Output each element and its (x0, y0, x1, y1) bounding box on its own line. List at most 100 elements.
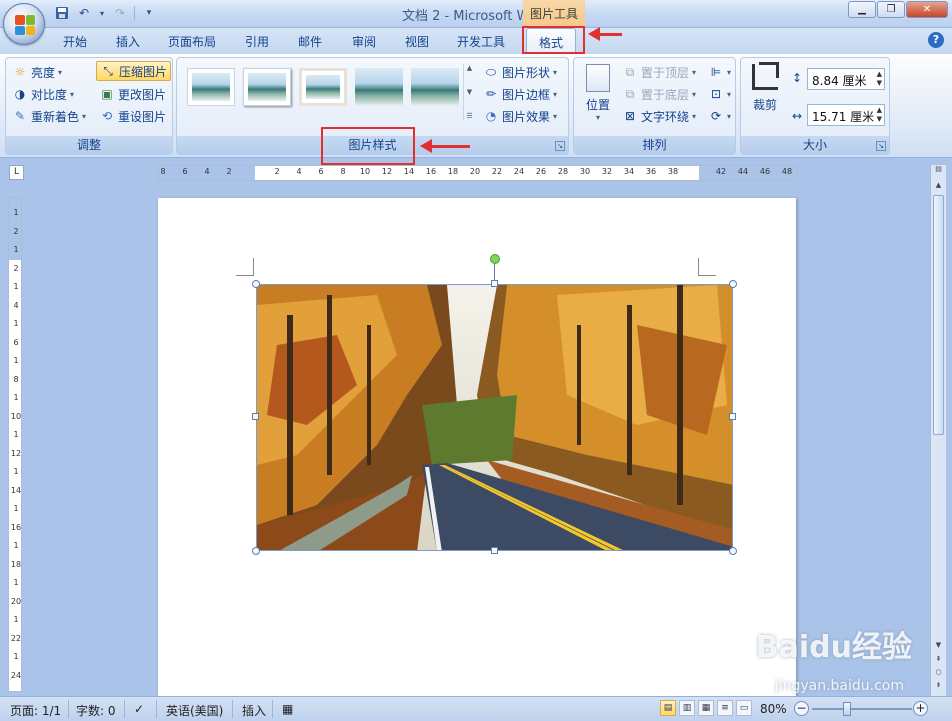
ruler-tick-label: 8 (160, 167, 166, 176)
recolor-button[interactable]: ✎ 重新着色 ▾ (12, 106, 86, 126)
resize-handle-e[interactable] (729, 413, 736, 420)
scroll-thumb[interactable] (933, 195, 944, 435)
height-spinner[interactable]: ▲ ▼ (877, 70, 882, 88)
position-button[interactable]: 位置 ▾ (580, 62, 616, 128)
vertical-scrollbar[interactable]: ▤ ▲ ▼ ⇞ ○ ⇟ (930, 165, 946, 696)
selected-picture[interactable] (252, 254, 737, 555)
resize-handle-ne[interactable] (729, 280, 737, 288)
group-objects-button[interactable]: ⊡ ▾ (708, 84, 731, 104)
scroll-up-icon[interactable]: ▲ (933, 181, 944, 195)
picture-style-1[interactable] (187, 68, 235, 106)
draft-view-icon[interactable]: ▭ (736, 700, 752, 716)
zoom-in-icon[interactable]: + (913, 701, 928, 716)
language-status[interactable]: 英语(美国) (166, 702, 223, 719)
ruler-tick-label: 1 (13, 282, 19, 291)
shape-height-input[interactable]: 8.84 厘米 ▲ ▼ (807, 68, 885, 90)
zoom-slider-knob[interactable] (843, 702, 851, 716)
previous-page-icon[interactable]: ⇞ (933, 655, 944, 669)
resize-handle-w[interactable] (252, 413, 259, 420)
scroll-down-icon[interactable]: ▼ (933, 641, 944, 655)
gallery-up-icon[interactable]: ▲ (464, 64, 475, 72)
picture-style-2[interactable] (243, 68, 291, 106)
office-logo-icon (15, 15, 35, 35)
compress-pictures-button[interactable]: ⤡ 压缩图片 (96, 61, 172, 81)
tab-selector-button[interactable]: L (9, 165, 24, 180)
office-button[interactable] (3, 3, 45, 45)
ruler-tick-label: 32 (601, 167, 613, 176)
maximize-button[interactable]: ❐ (877, 1, 905, 18)
reset-picture-button[interactable]: ⟲ 重设图片 (99, 106, 166, 126)
picture-style-3[interactable] (299, 68, 347, 106)
print-layout-view-icon[interactable]: ▤ (660, 700, 676, 716)
vertical-ruler[interactable]: 1 2 1 2 1 4 1 6 1 8 1 10 1 12 1 14 1 16 1 18 1 20 1 22 1 24 (8, 197, 22, 692)
resize-handle-sw[interactable] (252, 547, 260, 555)
zoom-out-icon[interactable]: − (794, 701, 809, 716)
insert-mode-status[interactable]: 插入 (242, 702, 266, 719)
align-icon: ⊫ (710, 65, 722, 79)
web-layout-icon[interactable]: ▦ (698, 700, 714, 716)
gallery-scroll[interactable]: ▲ ▼ ☰ (463, 64, 475, 120)
tab-references[interactable]: 引用 (245, 33, 269, 50)
help-icon[interactable]: ? (928, 32, 944, 48)
shape-width-value: 15.71 厘米 (812, 110, 875, 124)
outline-view-icon[interactable]: ≡ (717, 700, 733, 716)
browse-object-icon[interactable]: ○ (933, 668, 944, 682)
resize-handle-nw[interactable] (252, 280, 260, 288)
horizontal-ruler[interactable]: 8 6 4 2 2 4 6 8 10 12 14 16 18 20 22 24 26 28 30 32 34 36 38 42… (158, 165, 798, 181)
tab-insert[interactable]: 插入 (116, 33, 140, 50)
tab-mailings[interactable]: 邮件 (298, 33, 322, 50)
resize-handle-s[interactable] (491, 547, 498, 554)
tab-review[interactable]: 审阅 (352, 33, 376, 50)
ruler-tick-label: 48 (781, 167, 793, 176)
context-tab-group-label: 图片工具 (523, 0, 585, 28)
page-count[interactable]: 页面: 1/1 (10, 702, 61, 719)
next-page-icon[interactable]: ⇟ (933, 681, 944, 695)
picture-style-5[interactable] (411, 68, 459, 106)
word-count[interactable]: 字数: 0 (76, 702, 116, 719)
proofing-icon[interactable]: ✓ (134, 702, 144, 716)
zoom-level[interactable]: 80% (760, 702, 787, 716)
tab-home[interactable]: 开始 (63, 33, 87, 50)
change-picture-button[interactable]: ▣ 更改图片 (99, 84, 166, 104)
bring-to-front-label: 置于顶层 (641, 65, 690, 80)
crop-icon (752, 62, 779, 90)
shape-width-input[interactable]: 15.71 厘米 ▲ ▼ (807, 104, 885, 126)
minimize-button[interactable]: ▁ (848, 1, 876, 18)
picture-shape-button[interactable]: ⬭ 图片形状 ▾ (483, 62, 557, 82)
picture-border-button[interactable]: ✏ 图片边框 ▾ (483, 84, 557, 104)
picture-effects-button[interactable]: ◔ 图片效果 ▾ (483, 106, 557, 126)
close-button[interactable]: ✕ (906, 1, 948, 18)
macro-record-icon[interactable]: ▦ (282, 702, 293, 716)
picture-style-4[interactable] (355, 68, 403, 106)
dialog-launcher-icon[interactable]: ↘ (555, 141, 565, 151)
tab-developer[interactable]: 开发工具 (457, 33, 505, 50)
size-dialog-launcher-icon[interactable]: ↘ (876, 141, 886, 151)
crop-button[interactable]: 裁剪 (747, 62, 783, 122)
send-to-back-button[interactable]: ⧉ 置于底层 ▾ (622, 84, 696, 104)
tab-page-layout[interactable]: 页面布局 (168, 33, 216, 50)
text-wrapping-button[interactable]: ⊠ 文字环绕 ▾ (622, 106, 696, 126)
contrast-button[interactable]: ◑ 对比度 ▾ (12, 84, 74, 104)
status-bar: 页面: 1/1 字数: 0 ✓ 英语(美国) 插入 ▦ ▤ ▥ ▦ ≡ ▭ 80… (0, 696, 952, 721)
gallery-more-icon[interactable]: ☰ (464, 112, 475, 120)
gallery-down-icon[interactable]: ▼ (464, 88, 475, 96)
reset-picture-label: 重设图片 (118, 109, 167, 124)
bring-to-front-button[interactable]: ⧉ 置于顶层 ▾ (622, 62, 696, 82)
margin-corner-mark (698, 258, 716, 276)
document-page[interactable] (158, 198, 796, 696)
picture-border-icon: ✏ (485, 87, 497, 101)
resize-handle-se[interactable] (729, 547, 737, 555)
zoom-slider[interactable] (812, 708, 912, 710)
ribbon-tabs: 开始 插入 页面布局 引用 邮件 审阅 视图 开发工具 格式 ? (0, 28, 952, 54)
width-spinner[interactable]: ▲ ▼ (877, 106, 882, 124)
resize-handle-n[interactable] (491, 280, 498, 287)
brightness-button[interactable]: ☼ 亮度 ▾ (12, 62, 62, 82)
align-button[interactable]: ⊫ ▾ (708, 62, 731, 82)
rotation-handle[interactable] (490, 254, 500, 264)
ruler-toggle-icon[interactable]: ▤ (933, 165, 944, 179)
chevron-down-icon: ▾ (553, 67, 558, 77)
annotation-box-picture-styles (321, 127, 415, 165)
rotate-button[interactable]: ⟳ ▾ (708, 106, 731, 126)
tab-view[interactable]: 视图 (405, 33, 429, 50)
full-screen-reading-icon[interactable]: ▥ (679, 700, 695, 716)
